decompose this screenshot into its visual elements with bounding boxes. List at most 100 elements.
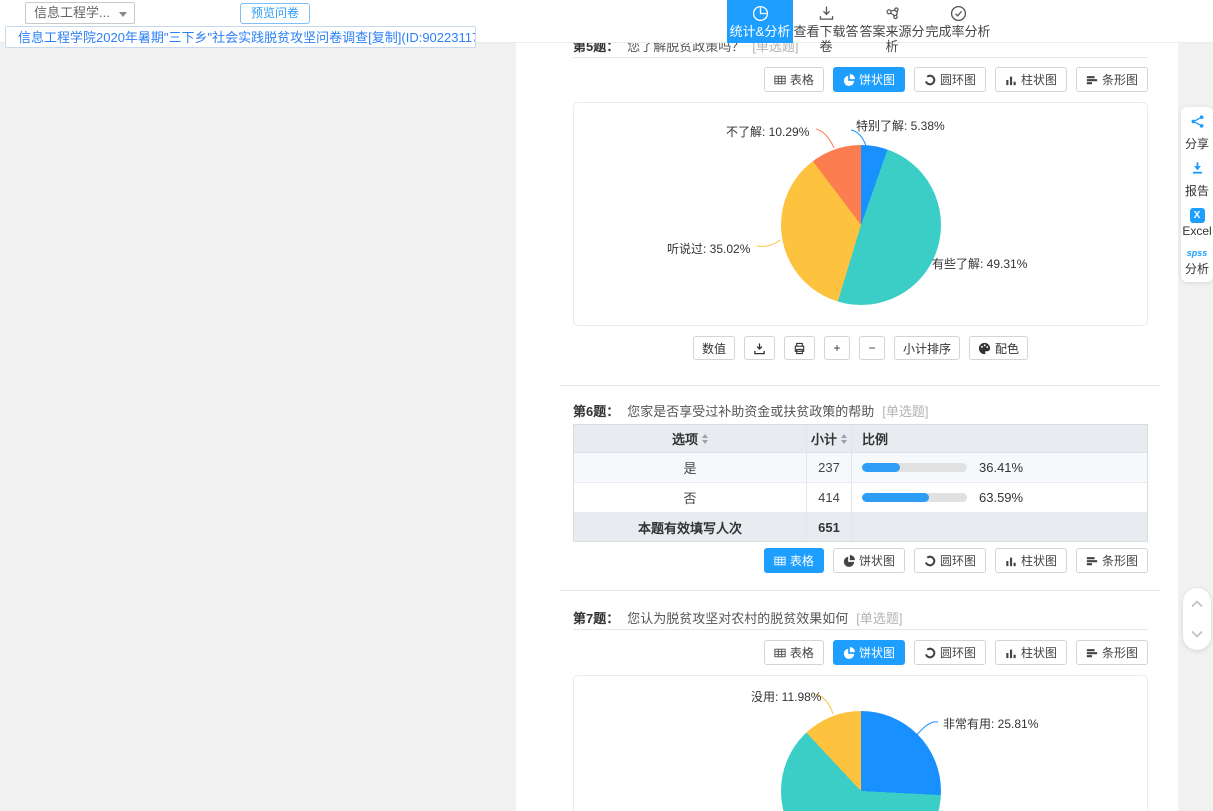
q5-column-button-label: 柱状图	[1021, 71, 1057, 88]
spss-label: 分析	[1185, 260, 1209, 277]
main-nav-tabs: 统计&分析 查看下载答卷 答案来源分析 完成率分析	[727, 0, 991, 54]
share-icon	[1190, 114, 1205, 134]
q5-slice-label: 不了解: 10.29%	[726, 123, 809, 140]
q5-chart-type-buttons: 表格 饼状图 圆环图 柱状图 条形图	[573, 67, 1148, 92]
tab-stats-analysis[interactable]: 统计&分析	[727, 0, 793, 43]
q7-donut-button[interactable]: 圆环图	[914, 640, 986, 665]
valid-responses-count: 651	[807, 513, 852, 541]
question6-title: 第6题：您家是否享受过补助资金或扶贫政策的帮助[单选题]	[573, 401, 1148, 420]
q6-table-button[interactable]: 表格	[764, 548, 824, 573]
q5-pie	[781, 145, 941, 305]
q6-donut-button[interactable]: 圆环图	[914, 548, 986, 573]
question6-number: 第6题：	[573, 404, 619, 419]
q7-pie-button[interactable]: 饼状图	[833, 640, 905, 665]
preview-survey-button[interactable]: 预览问卷	[240, 3, 310, 24]
report-button[interactable]: 报告	[1181, 161, 1213, 199]
q6-column-button-label: 柱状图	[1021, 552, 1057, 569]
download-icon	[817, 3, 836, 24]
column-chart-icon	[1005, 74, 1017, 86]
q6-pie-button[interactable]: 饼状图	[833, 548, 905, 573]
q7-column-button[interactable]: 柱状图	[995, 640, 1067, 665]
q5-donut-button[interactable]: 圆环图	[914, 67, 986, 92]
divider	[573, 629, 1148, 630]
q7-bar-button-label: 条形图	[1102, 644, 1138, 661]
table-header-row: 选项 小计 比例	[574, 425, 1147, 453]
table-icon	[774, 555, 786, 567]
q5-bar-button-label: 条形图	[1102, 71, 1138, 88]
share-rail: 分享 报告 X Excel spss 分析	[1181, 107, 1213, 282]
option-column-header[interactable]: 选项	[574, 425, 807, 452]
column-chart-icon	[1005, 555, 1017, 567]
color-scheme-label: 配色	[995, 340, 1019, 357]
pie-chart-icon	[843, 74, 855, 86]
subtotal-column-header[interactable]: 小计	[807, 425, 852, 452]
q6-bar-button-label: 条形图	[1102, 552, 1138, 569]
q6-column-button[interactable]: 柱状图	[995, 548, 1067, 573]
sort-icon	[702, 434, 708, 444]
q6-bar-button[interactable]: 条形图	[1076, 548, 1148, 573]
table-icon	[774, 647, 786, 659]
scroll-up-button[interactable]	[1191, 600, 1203, 608]
scroll-down-button[interactable]	[1191, 630, 1203, 638]
zoom-in-button[interactable]: +	[824, 336, 850, 360]
q7-pie-button-label: 饼状图	[859, 644, 895, 661]
survey-title-link[interactable]: 信息工程学院2020年暑期"三下乡"社会实践脱贫攻坚问卷调查[复制](ID:90…	[5, 26, 476, 48]
valid-responses-label: 本题有效填写人次	[574, 513, 807, 541]
question7-text: 您认为脱贫攻坚对农村的脱贫效果如何	[627, 611, 848, 626]
tab-label: 统计&分析	[730, 24, 791, 39]
donut-chart-icon	[924, 647, 936, 659]
q5-table-button[interactable]: 表格	[764, 67, 824, 92]
subtotal-sort-label: 小计排序	[903, 340, 951, 357]
numeric-label: 数值	[702, 340, 726, 357]
q7-slice-label: 没用: 11.98%	[751, 688, 821, 705]
bar-chart-icon	[1086, 647, 1098, 659]
q7-chart-type-buttons: 表格 饼状图 圆环图 柱状图 条形图	[573, 640, 1148, 665]
table-row: 否 414 63.59%	[574, 483, 1147, 513]
q5-bar-button[interactable]: 条形图	[1076, 67, 1148, 92]
sort-icon	[841, 434, 847, 444]
q5-donut-button-label: 圆环图	[940, 71, 976, 88]
q5-pie-chart-canvas[interactable]: 特别了解: 5.38% 有些了解: 49.31% 听说过: 35.02% 不了解…	[573, 102, 1148, 326]
download-icon	[753, 342, 766, 355]
color-scheme-button[interactable]: 配色	[969, 336, 1028, 360]
download-chart-button[interactable]	[744, 336, 775, 360]
pie-chart-icon	[751, 3, 770, 24]
zoom-out-button[interactable]: −	[859, 336, 885, 360]
q5-pie-button[interactable]: 饼状图	[833, 67, 905, 92]
section-divider	[560, 590, 1160, 591]
q7-slice-label: 非常有用: 25.81%	[943, 715, 1038, 732]
q5-slice-label: 听说过: 35.02%	[667, 240, 750, 257]
table-icon	[774, 74, 786, 86]
question7-type-tag: [单选题]	[856, 611, 902, 626]
donut-chart-icon	[924, 555, 936, 567]
table-footer-row: 本题有效填写人次 651	[574, 513, 1147, 541]
q7-column-button-label: 柱状图	[1021, 644, 1057, 661]
percent-label: 36.41%	[979, 460, 1023, 475]
spss-analysis-button[interactable]: spss 分析	[1181, 247, 1213, 277]
subtotal-header-label: 小计	[811, 429, 837, 448]
excel-export-button[interactable]: X Excel	[1181, 208, 1213, 238]
bar-chart-icon	[1086, 74, 1098, 86]
question7-title: 第7题：您认为脱贫攻坚对农村的脱贫效果如何[单选题]	[573, 608, 1148, 627]
q6-results-table: 选项 小计 比例 是 237 36.41%	[573, 424, 1148, 542]
report-download-icon	[1190, 161, 1205, 181]
survey-select-dropdown[interactable]: 信息工程学...	[25, 2, 135, 24]
subtotal-sort-button[interactable]: 小计排序	[894, 336, 960, 360]
empty-cell	[852, 513, 1147, 541]
print-chart-button[interactable]	[784, 336, 815, 360]
question6-text: 您家是否享受过补助资金或扶贫政策的帮助	[627, 404, 874, 419]
survey-select-value: 信息工程学...	[34, 5, 110, 20]
tab-view-download-answers[interactable]: 查看下载答卷	[793, 0, 859, 54]
ratio-bar-track	[862, 463, 967, 472]
q7-pie-chart-canvas[interactable]: 非常有用: 25.81% 没用: 11.98%	[573, 675, 1148, 811]
ratio-header-label: 比例	[862, 429, 888, 448]
tab-completion-rate-analysis[interactable]: 完成率分析	[925, 0, 991, 54]
numeric-toggle-button[interactable]: 数值	[693, 336, 735, 360]
ratio-cell: 63.59%	[852, 483, 1147, 512]
tab-answer-source-analysis[interactable]: 答案来源分析	[859, 0, 925, 54]
q7-table-button[interactable]: 表格	[764, 640, 824, 665]
share-button[interactable]: 分享	[1181, 114, 1213, 152]
q5-slice-label: 特别了解: 5.38%	[856, 117, 945, 134]
q5-column-button[interactable]: 柱状图	[995, 67, 1067, 92]
q7-bar-button[interactable]: 条形图	[1076, 640, 1148, 665]
